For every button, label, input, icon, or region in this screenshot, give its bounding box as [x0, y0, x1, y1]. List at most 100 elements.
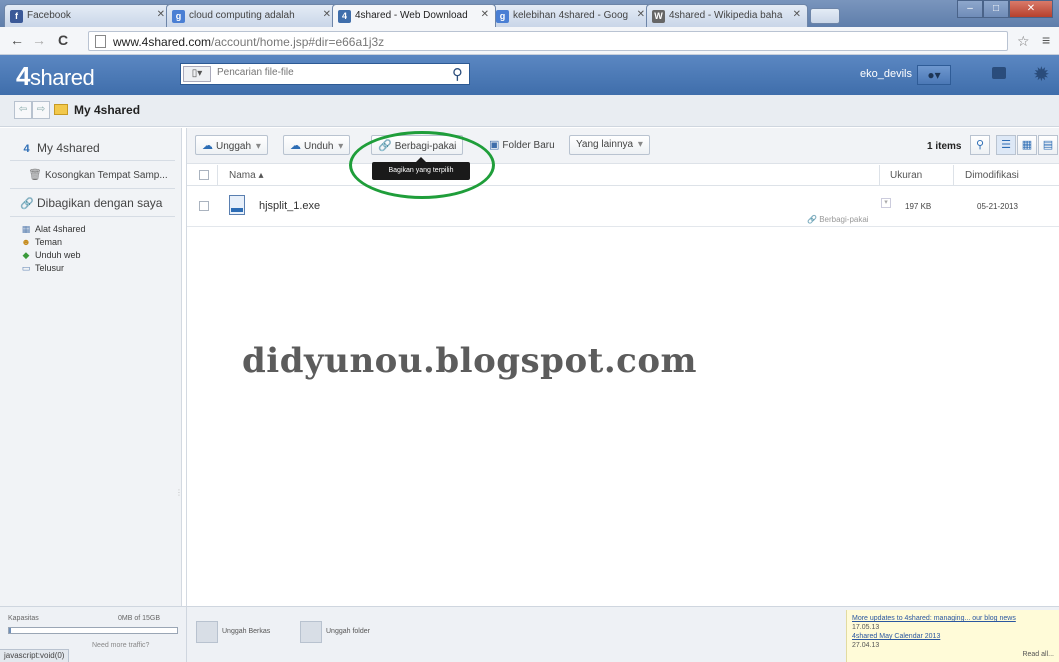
url-field[interactable]: www.4shared.com/account/home.jsp#dir=e66… — [88, 31, 1008, 51]
column-label: Nama — [229, 170, 256, 181]
list-view-button[interactable]: ☰ — [996, 135, 1016, 155]
window-controls: – □ ✕ — [957, 0, 1053, 18]
web-download-icon: ◆ — [22, 250, 30, 260]
divider — [10, 188, 175, 189]
reload-icon[interactable]: C — [54, 32, 72, 48]
minimize-button[interactable]: – — [957, 0, 983, 18]
share-link-icon: 🔗 — [807, 215, 817, 224]
username-link[interactable]: eko_devils — [860, 68, 912, 80]
messages-icon[interactable] — [992, 67, 1006, 79]
tab-label: cloud computing adalah — [189, 10, 295, 21]
sidebar-resize-handle[interactable]: ⋮ — [175, 488, 183, 497]
read-all-link[interactable]: Read all... — [1022, 650, 1054, 659]
news-date: 27.04.13 — [852, 642, 880, 649]
browser-tab-kelebihan[interactable]: g kelebihan 4shared - Goog ✕ — [490, 4, 652, 27]
upload-folder-label: Unggah folder — [326, 628, 370, 635]
search-icon: ⚲ — [975, 139, 985, 151]
sidebar-item-friends[interactable]: ☻ Teman — [20, 237, 62, 247]
more-label: Yang lainnya — [576, 139, 634, 150]
grid-view-button[interactable]: ▦ — [1017, 135, 1037, 155]
browser-menu-icon[interactable]: ≡ — [1042, 32, 1050, 48]
file-modified-date: 05-21-2013 — [977, 202, 1018, 211]
row-checkbox[interactable] — [199, 201, 209, 211]
tab-label: Facebook — [27, 10, 71, 21]
back-arrow-icon[interactable]: ← — [8, 32, 26, 48]
new-tab-button[interactable] — [810, 8, 840, 24]
sidebar-item-label: My 4shared — [37, 141, 100, 155]
upload-files-label: Unggah Berkas — [222, 628, 271, 635]
forward-arrow-icon[interactable]: → — [30, 32, 48, 48]
gear-icon[interactable]: ✹ — [1033, 62, 1050, 87]
upload-button[interactable]: ☁ Unggah ▾ — [195, 135, 268, 155]
select-all-checkbox[interactable] — [199, 170, 209, 180]
sort-ascending-icon: ▴ — [258, 170, 264, 181]
download-button[interactable]: ☁ Unduh ▾ — [283, 135, 351, 155]
tab-close-icon[interactable]: ✕ — [637, 9, 645, 20]
new-folder-label: Folder Baru — [502, 140, 555, 151]
file-name[interactable]: hjsplit_1.exe — [259, 200, 320, 212]
news-panel: More updates to 4shared: managing... our… — [846, 610, 1059, 662]
url-host: www.4shared.com — [113, 35, 212, 49]
download-label: Unduh — [304, 141, 334, 152]
url-path: /account/home.jsp#dir=e66a1j3z — [211, 35, 385, 49]
news-link[interactable]: 4shared May Calendar 2013 — [852, 633, 940, 640]
sidebar-item-web-download[interactable]: ◆ Unduh web — [20, 250, 81, 261]
search-box: ▯▾ ⚲ — [180, 63, 470, 85]
folder-icon — [54, 104, 68, 115]
cloud-upload-icon: ☁ — [202, 140, 213, 152]
tools-icon: ▦ — [21, 224, 31, 234]
browser-tab-facebook[interactable]: f Facebook ✕ — [4, 4, 172, 27]
sidebar-item-my4shared[interactable]: 4 My 4shared — [20, 141, 100, 155]
user-icon: ● — [927, 68, 935, 82]
browser-tab-wikipedia[interactable]: W 4shared - Wikipedia baha ✕ — [646, 4, 808, 27]
browse-icon: ▭ — [21, 263, 31, 273]
table-header: Nama ▴ Ukuran Dimodifikasi — [187, 165, 1059, 186]
tab-close-icon[interactable]: ✕ — [481, 9, 489, 20]
upload-folder-button[interactable]: Unggah folder — [300, 621, 370, 643]
tab-close-icon[interactable]: ✕ — [157, 9, 165, 20]
detail-view-button[interactable]: ▤ — [1038, 135, 1058, 155]
chevron-down-icon: ▾ — [255, 141, 261, 152]
more-actions-button[interactable]: Yang lainnya ▾ — [569, 135, 650, 155]
sidebar-item-tools[interactable]: ▦ Alat 4shared — [20, 224, 86, 235]
forward-folder-button[interactable]: ⇨ — [32, 101, 50, 119]
upload-files-button[interactable]: Unggah Berkas — [196, 621, 270, 643]
4shared-logo[interactable]: 4shared — [16, 61, 95, 92]
maximize-button[interactable]: □ — [983, 0, 1009, 18]
sidebar-item-shared-with-me[interactable]: 🔗 Dibagikan dengan saya — [20, 196, 162, 210]
row-share-link[interactable]: 🔗 Berbagi-pakai — [807, 215, 869, 224]
browser-tab-4shared[interactable]: 4 4shared - Web Download ✕ — [332, 4, 496, 27]
new-folder-icon: ▣ — [489, 139, 500, 151]
browser-tab-cloud-computing[interactable]: g cloud computing adalah ✕ — [166, 4, 338, 27]
exe-file-icon — [229, 195, 245, 215]
watermark-text: didyunou.blogspot.com — [242, 341, 698, 381]
row-menu-button[interactable]: ▾ — [881, 198, 891, 208]
table-row[interactable]: hjsplit_1.exe ▾ 🔗 Berbagi-pakai 197 KB 0… — [187, 187, 1059, 227]
4shared-favicon-icon: 4 — [338, 10, 351, 23]
toolbar: ☁ Unggah ▾ ☁ Unduh ▾ 🔗 Berbagi-pakai ▣ Folde… — [187, 128, 1059, 164]
column-header-modified[interactable]: Dimodifikasi — [965, 170, 1019, 181]
file-type-dropdown[interactable]: ▯▾ — [183, 66, 211, 82]
need-more-traffic-link[interactable]: Need more traffic? — [92, 642, 149, 649]
new-folder-button[interactable]: ▣ Folder Baru — [483, 135, 561, 155]
user-menu-button[interactable]: ●▾ — [917, 65, 951, 85]
tab-close-icon[interactable]: ✕ — [323, 9, 331, 20]
sidebar-item-browse[interactable]: ▭ Telusur — [20, 263, 64, 274]
page-icon — [95, 35, 106, 48]
tab-close-icon[interactable]: ✕ — [793, 9, 801, 20]
bookmark-star-icon[interactable]: ☆ — [1017, 33, 1030, 50]
search-input[interactable] — [217, 67, 437, 78]
sidebar-item-label: Telusur — [35, 263, 65, 273]
column-header-size[interactable]: Ukuran — [890, 170, 922, 181]
grid-view-icon: ▦ — [1021, 139, 1033, 151]
back-folder-button[interactable]: ⇦ — [14, 101, 32, 119]
news-link[interactable]: More updates to 4shared: managing... our… — [852, 615, 1016, 622]
search-files-button[interactable]: ⚲ — [970, 135, 990, 155]
column-divider — [879, 165, 880, 185]
divider — [186, 607, 187, 662]
detail-view-icon: ▤ — [1042, 139, 1054, 151]
column-header-name[interactable]: Nama ▴ — [229, 170, 264, 181]
search-icon[interactable]: ⚲ — [452, 65, 463, 83]
sidebar-item-trash[interactable]: 🗑 Kosongkan Tempat Samp... — [28, 168, 168, 181]
close-window-button[interactable]: ✕ — [1009, 0, 1053, 18]
